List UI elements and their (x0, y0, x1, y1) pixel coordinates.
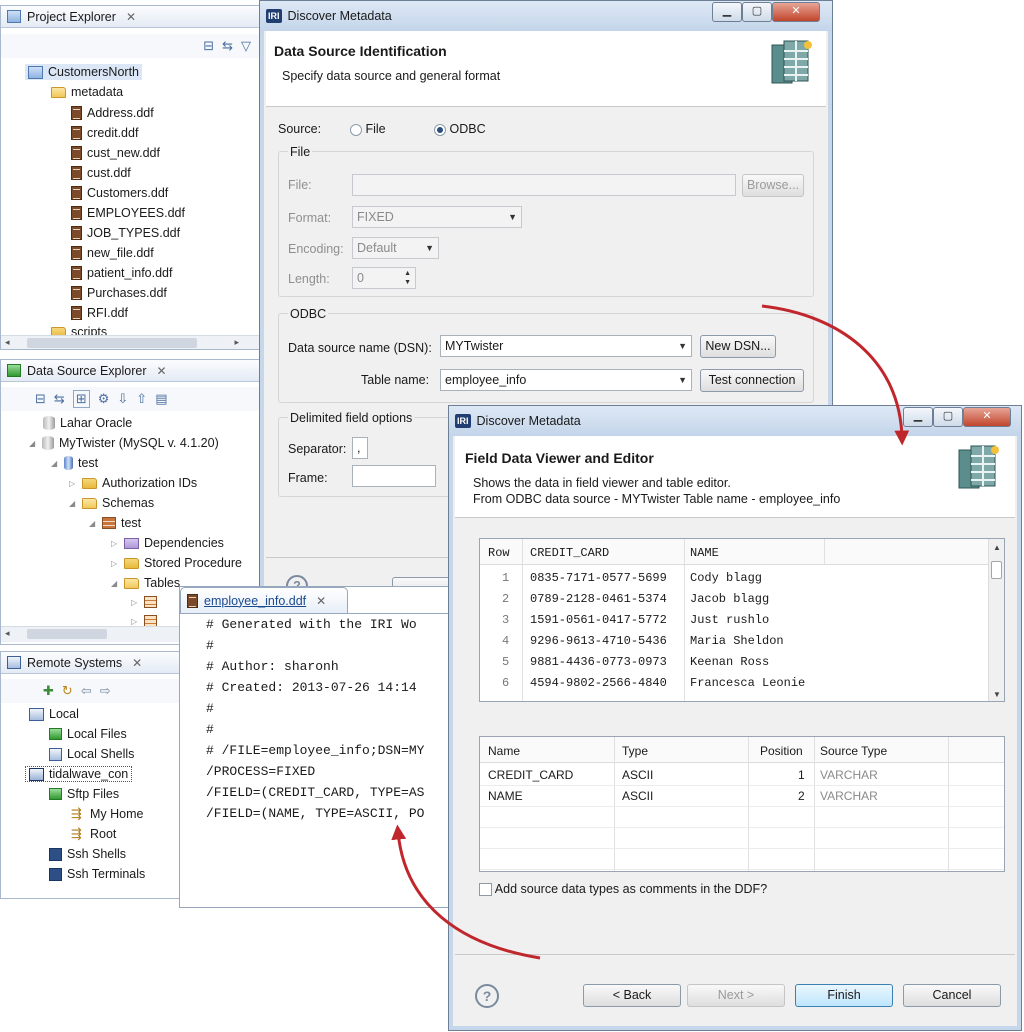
annotation-arrows (391, 304, 910, 960)
arrow-to-field-viewer-icon (761, 304, 910, 446)
arrow-to-ddf-editor-icon (391, 824, 541, 960)
